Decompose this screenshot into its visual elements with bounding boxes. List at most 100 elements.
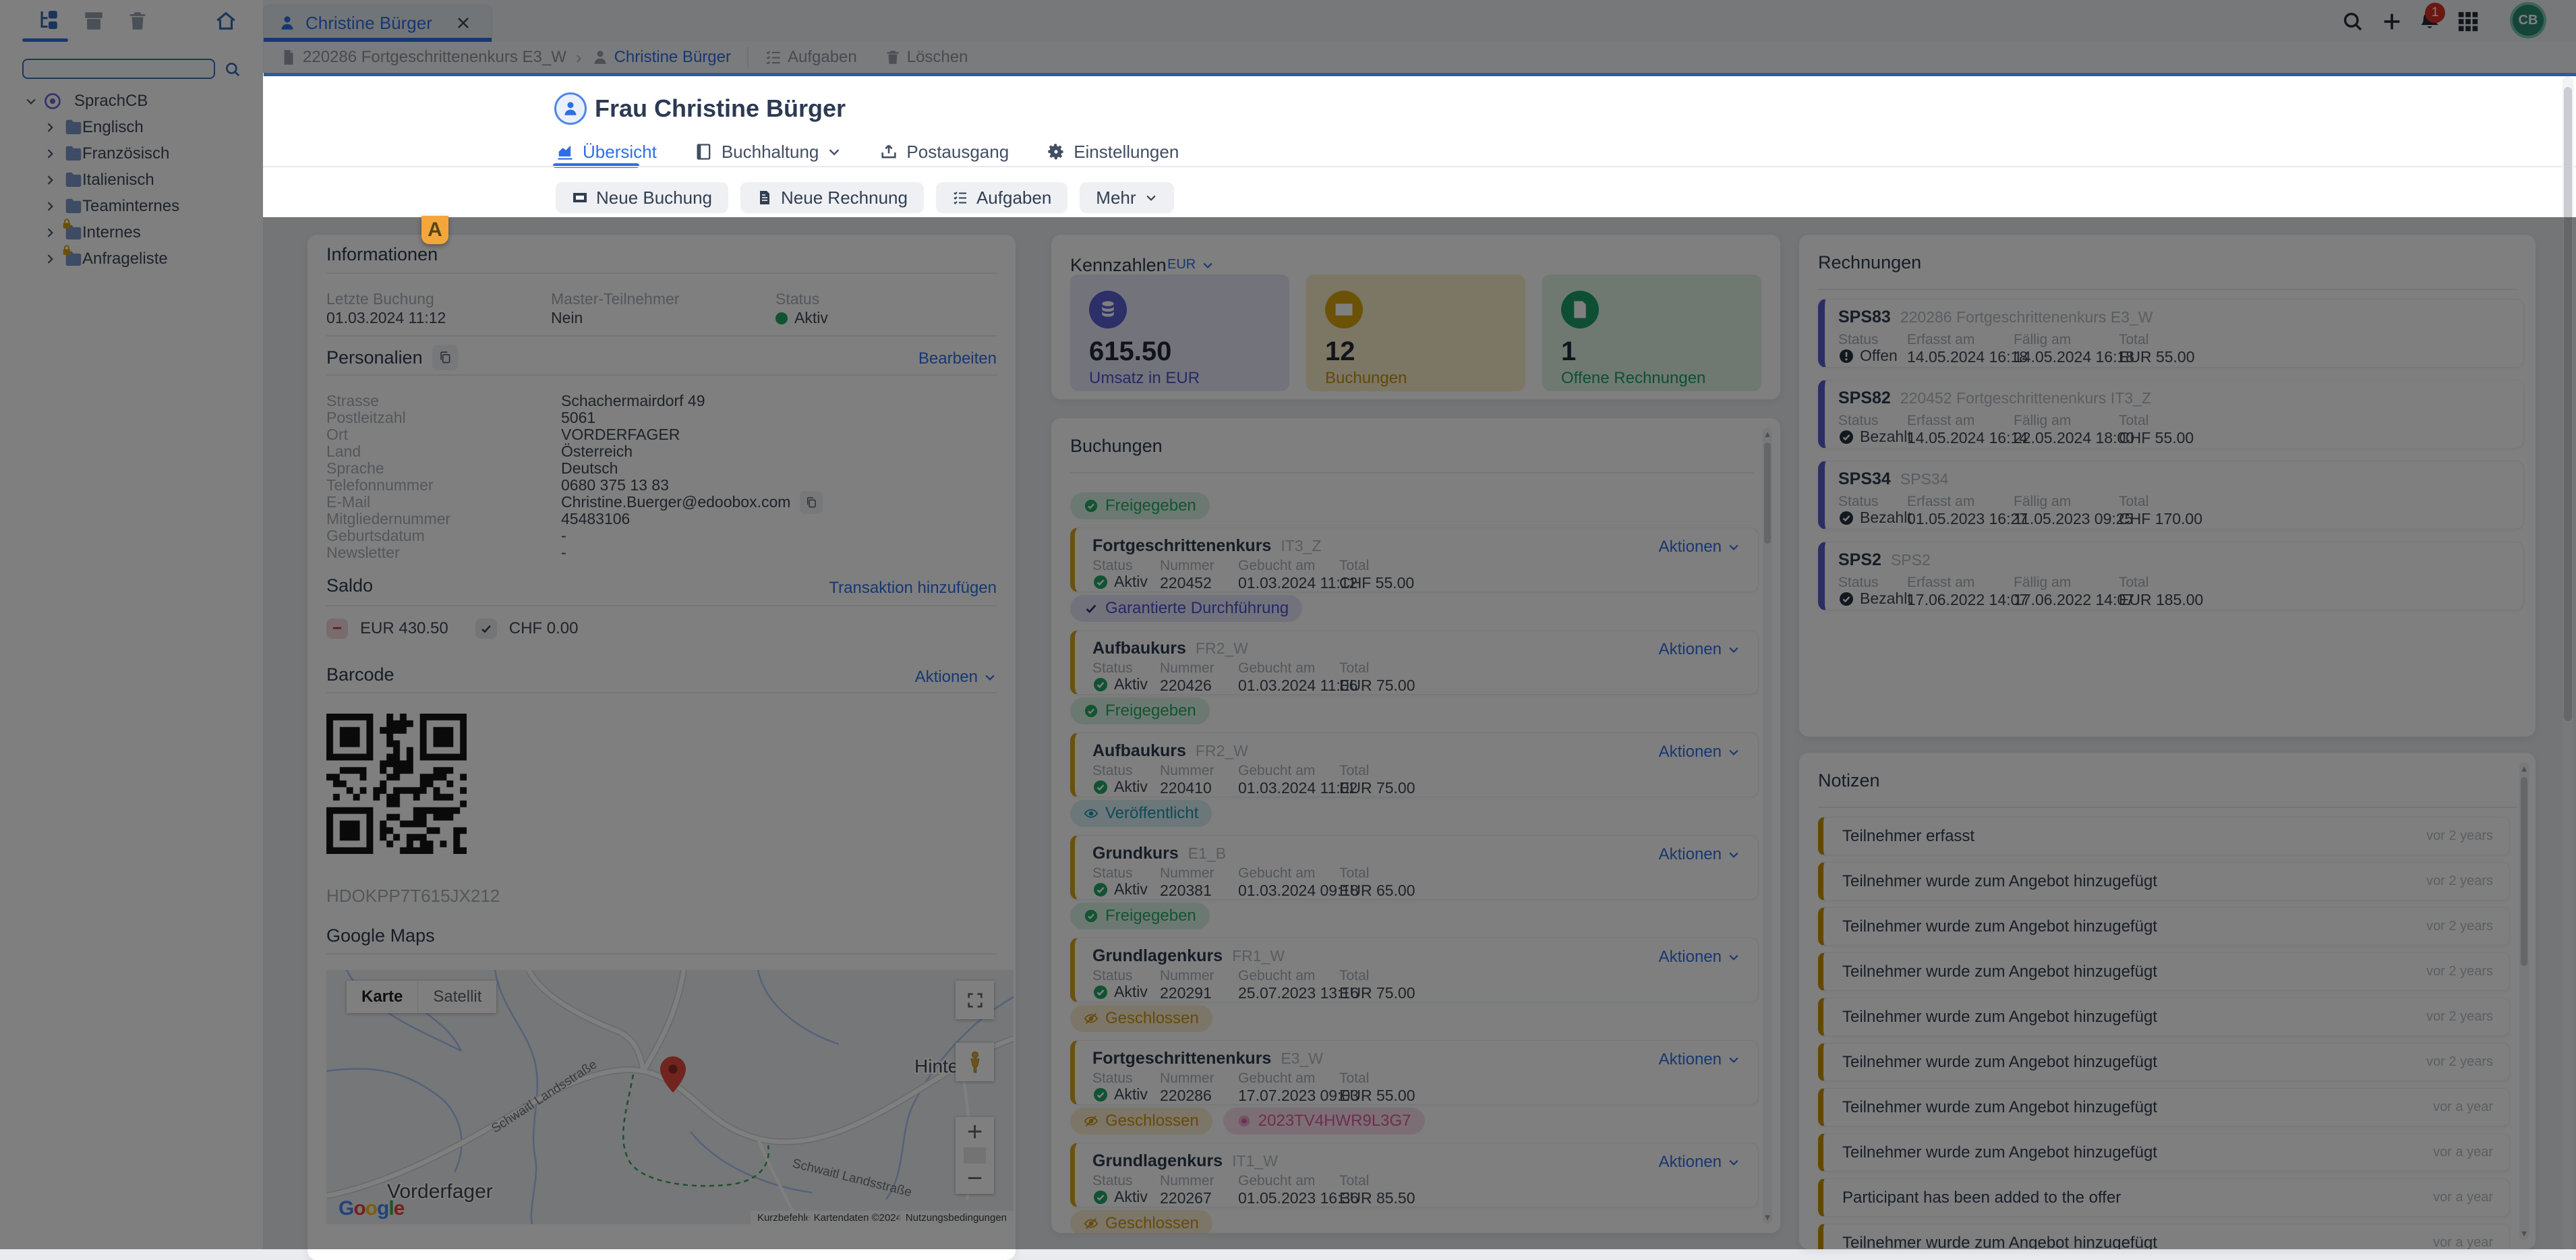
sidebar-item-anfrageliste[interactable]: Anfrageliste (0, 246, 263, 272)
booking-actions-link[interactable]: Aktionen (1659, 743, 1740, 762)
column-header: Nummer (1160, 660, 1214, 677)
note-card[interactable]: Teilnehmer erfasstvor 2 years (1818, 817, 2510, 855)
mehr-button[interactable]: Mehr (1080, 182, 1173, 213)
barcode-actions-link[interactable]: Aktionen (915, 668, 997, 687)
window-scrollbar-thumb[interactable] (2564, 87, 2572, 721)
kpi-card-2[interactable]: 1 Offene Rechnungen (1542, 275, 1761, 391)
kpi-label: Umsatz in EUR (1089, 369, 1200, 388)
avatar[interactable]: CB (2513, 5, 2544, 36)
lock-icon (61, 218, 73, 230)
booking-card[interactable]: GrundlagenkursFR1_W AktionenStatusNummer… (1070, 938, 1759, 1002)
invoice-subtitle: SPS2 (1891, 551, 1931, 569)
invoice-card[interactable]: SPS34SPS34StatusErfasst amFällig amTotal… (1818, 461, 2524, 529)
archive-icon[interactable] (82, 9, 105, 32)
notes-scrollbar-thumb[interactable] (2521, 777, 2527, 966)
sidebar-item-englisch[interactable]: Englisch (0, 114, 263, 140)
sidebar-item-teaminternes[interactable]: Teaminternes (0, 193, 263, 219)
booking-card[interactable]: AufbaukursFR2_W AktionenStatusNummerGebu… (1070, 630, 1759, 695)
booking-card[interactable]: FortgeschrittenenkursIT3_Z AktionenStatu… (1070, 527, 1759, 592)
search-icon[interactable] (224, 61, 241, 78)
chevron-right-icon[interactable] (43, 121, 57, 134)
window-scrollbar[interactable] (2563, 76, 2573, 1249)
zoom-out-button[interactable]: − (967, 1164, 983, 1194)
pegman-button[interactable] (956, 1043, 994, 1081)
home-icon[interactable] (214, 9, 237, 32)
booking-actions-link[interactable]: Aktionen (1659, 845, 1740, 864)
note-card[interactable]: Teilnehmer wurde zum Angebot hinzugefügt… (1818, 998, 2510, 1036)
breadcrumb-tasks-button[interactable]: Aufgaben (765, 48, 857, 67)
kpi-currency-select[interactable]: EUR (1167, 257, 1214, 273)
google-map[interactable]: Schwaitl Landsstraße Schwaitl Landsstraß… (326, 970, 1014, 1224)
kpi-card-0[interactable]: 615.50 Umsatz in EUR (1070, 275, 1289, 391)
copy-button[interactable] (432, 345, 458, 370)
window-tab-christine-buerger[interactable]: Christine Bürger (263, 4, 492, 42)
chevron-right-icon[interactable] (43, 147, 57, 161)
tab-buchhaltung[interactable]: Buchhaltung (695, 142, 842, 163)
field-row: Newsletter - (326, 544, 997, 561)
apps-grid-icon[interactable] (2457, 10, 2480, 33)
booking-actions-link[interactable]: Aktionen (1659, 1153, 1740, 1172)
booking-actions-link[interactable]: Aktionen (1659, 538, 1740, 556)
information-panel: Informationen Letzte Buchung 01.03.2024 … (308, 235, 1016, 1260)
note-card[interactable]: Teilnehmer wurde zum Angebot hinzugefügt… (1818, 907, 2510, 946)
folder-icon (63, 144, 84, 164)
sidebar-search-input[interactable] (22, 59, 215, 79)
booking-actions-link[interactable]: Aktionen (1659, 640, 1740, 659)
neue-buchung-button[interactable]: Neue Buchung (556, 182, 728, 213)
fullscreen-button[interactable] (956, 981, 994, 1019)
note-card[interactable]: Teilnehmer wurde zum Angebot hinzugefügt… (1818, 1088, 2510, 1126)
chevron-right-icon[interactable] (43, 226, 57, 239)
note-card[interactable]: Teilnehmer wurde zum Angebot hinzugefügt… (1818, 1133, 2510, 1172)
close-icon[interactable] (455, 15, 471, 31)
note-card[interactable]: Teilnehmer wurde zum Angebot hinzugefügt… (1818, 862, 2510, 900)
column-header: Nummer (1160, 558, 1214, 574)
chevron-down-icon[interactable] (24, 94, 38, 108)
search-icon[interactable] (2341, 10, 2364, 33)
kpi-card-1[interactable]: 12 Buchungen (1306, 275, 1525, 391)
sidebar-item-italienisch[interactable]: Italienisch (0, 167, 263, 193)
chevron-right-icon[interactable] (43, 173, 57, 187)
bookings-scrollbar[interactable]: ▲▼ (1763, 428, 1772, 1224)
sidebar-item-internes[interactable]: Internes (0, 219, 263, 246)
note-card[interactable]: Participant has been added to the offerv… (1818, 1178, 2510, 1217)
booking-card[interactable]: GrundlagenkursIT1_W AktionenStatusNummer… (1070, 1143, 1759, 1207)
notes-scrollbar[interactable]: ▲▼ (2519, 762, 2529, 1240)
booking-actions-link[interactable]: Aktionen (1659, 948, 1740, 967)
map-terms-link[interactable]: Nutzungsbedingungen (899, 1211, 1014, 1224)
trash-icon[interactable] (126, 9, 149, 32)
note-card[interactable]: Teilnehmer wurde zum Angebot hinzugefügt… (1818, 1043, 2510, 1081)
breadcrumb-person[interactable]: Christine Bürger (591, 48, 731, 67)
field-label: Land (326, 442, 561, 461)
column-header: Fällig am (2014, 413, 2071, 429)
map-button[interactable]: Karte (347, 981, 418, 1013)
invoice-card[interactable]: SPS83220286 Fortgeschrittenenkurs E3_WSt… (1818, 299, 2524, 368)
satellite-button[interactable]: Satellit (418, 981, 496, 1013)
plus-icon[interactable] (2380, 10, 2403, 33)
chevron-right-icon[interactable] (43, 200, 57, 213)
zoom-in-button[interactable]: + (967, 1117, 983, 1147)
invoice-card[interactable]: SPS82220452 Fortgeschrittenenkurs IT3_ZS… (1818, 380, 2524, 449)
invoice-card[interactable]: SPS2SPS2StatusErfasst amFällig amTotalBe… (1818, 542, 2524, 610)
note-card[interactable]: Teilnehmer wurde zum Angebot hinzugefügt… (1818, 952, 2510, 991)
booking-card[interactable]: GrundkursE1_B AktionenStatusNummerGebuch… (1070, 835, 1759, 900)
add-transaction-link[interactable]: Transaktion hinzufügen (829, 579, 997, 598)
tab-postausgang[interactable]: Postausgang (879, 142, 1009, 163)
booking-card[interactable]: FortgeschrittenenkursE3_W AktionenStatus… (1070, 1040, 1759, 1105)
booking-actions-link[interactable]: Aktionen (1659, 1050, 1740, 1069)
field-value[interactable]: Christine.Buerger@edoobox.com (561, 493, 790, 511)
aufgaben-button[interactable]: Aufgaben (936, 182, 1067, 213)
map-marker-icon[interactable] (660, 1056, 686, 1093)
neue-rechnung-button[interactable]: Neue Rechnung (740, 182, 924, 213)
tab-übersicht[interactable]: Übersicht (556, 142, 657, 163)
chevron-right-icon[interactable] (43, 252, 57, 266)
note-card[interactable]: Teilnehmer wurde zum Angebot hinzugefügt… (1818, 1224, 2510, 1249)
booking-card[interactable]: AufbaukursFR2_W AktionenStatusNummerGebu… (1070, 733, 1759, 797)
tree-icon[interactable] (37, 9, 60, 32)
tab-einstellungen[interactable]: Einstellungen (1047, 142, 1179, 163)
sidebar-item-französisch[interactable]: Französisch (0, 140, 263, 167)
breadcrumb-delete-button[interactable]: Löschen (884, 48, 968, 67)
edit-link[interactable]: Bearbeiten (918, 349, 997, 368)
tree-root-sprachcb[interactable]: SprachCB (0, 88, 263, 114)
breadcrumb-course[interactable]: 220286 Fortgeschrittenenkurs E3_W (303, 48, 566, 67)
bookings-scrollbar-thumb[interactable] (1764, 442, 1771, 544)
